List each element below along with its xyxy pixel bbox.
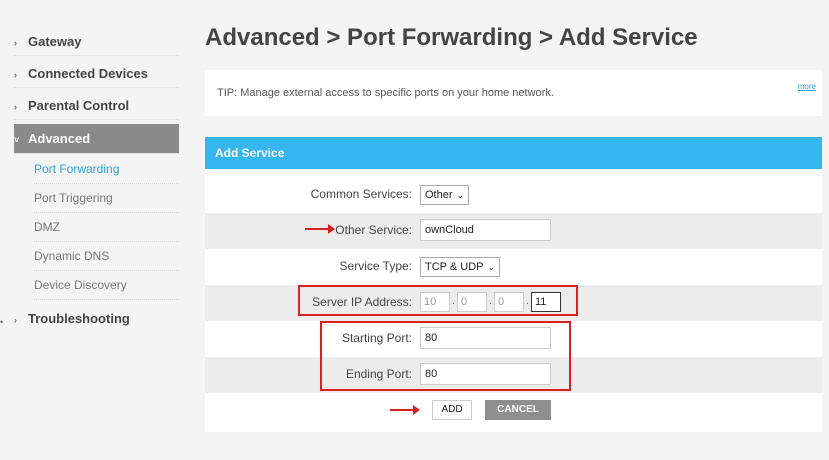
annotation-arrow-icon — [305, 224, 335, 234]
cancel-button[interactable]: CANCEL — [485, 400, 551, 420]
nav-parental-control-label: Parental Control — [28, 98, 130, 113]
more-link[interactable]: more — [798, 82, 816, 91]
common-services-label: Common Services: — [310, 187, 412, 201]
sidebar-item-dynamic-dns[interactable]: Dynamic DNS — [34, 242, 179, 271]
common-services-value: Other — [425, 189, 453, 201]
other-service-input[interactable]: ownCloud — [420, 219, 551, 241]
tip-text: TIP: Manage external access to specific … — [217, 87, 554, 99]
nav-troubleshooting[interactable]: › Troubleshooting — [14, 305, 179, 333]
annotation-box-ports — [320, 321, 571, 391]
service-type-label: Service Type: — [339, 259, 412, 273]
nav-gateway-label: Gateway — [28, 34, 82, 49]
add-button[interactable]: ADD — [432, 400, 472, 420]
chevron-right-icon: › — [14, 70, 17, 80]
sidebar-item-port-triggering[interactable]: Port Triggering — [34, 184, 179, 213]
nav-advanced[interactable]: ˅ Advanced — [14, 124, 179, 154]
sidebar-item-device-discovery[interactable]: Device Discovery — [34, 271, 179, 300]
chevron-down-icon: ˅ — [14, 135, 20, 145]
nav-connected-devices[interactable]: › Connected Devices — [14, 60, 179, 88]
chevron-down-icon: ⌄ — [456, 190, 465, 200]
service-type-value: TCP & UDP — [425, 261, 484, 273]
chevron-down-icon: ⌄ — [487, 262, 496, 272]
other-service-label: Other Service: — [335, 223, 412, 237]
annotation-box-server-ip — [298, 285, 578, 316]
panel-header: Add Service — [205, 137, 822, 169]
tip-box: TIP: Manage external access to specific … — [205, 70, 822, 116]
common-services-row: Common Services: Other ⌄ — [205, 177, 822, 213]
chevron-right-icon: › — [14, 102, 17, 112]
nav-gateway[interactable]: › Gateway — [14, 28, 179, 56]
chevron-right-icon: › — [14, 38, 17, 48]
common-services-select[interactable]: Other ⌄ — [420, 185, 470, 205]
sidebar: › Gateway › Connected Devices › Parental Co… — [0, 0, 182, 460]
service-type-select[interactable]: TCP & UDP ⌄ — [420, 257, 501, 277]
nav-connected-devices-label: Connected Devices — [28, 66, 148, 81]
nav-troubleshooting-label: Troubleshooting — [28, 311, 130, 326]
annotation-arrow-icon — [390, 405, 420, 415]
service-type-row: Service Type: TCP & UDP ⌄ — [205, 249, 822, 285]
sidebar-item-dmz[interactable]: DMZ — [34, 213, 179, 242]
nav-advanced-label: Advanced — [28, 131, 91, 146]
chevron-right-icon: › — [14, 315, 17, 325]
sidebar-item-port-forwarding[interactable]: Port Forwarding — [34, 155, 179, 184]
bullet-icon: • — [0, 317, 4, 327]
other-service-row: Other Service: ownCloud — [205, 213, 822, 249]
nav-parental-control[interactable]: › Parental Control — [14, 92, 179, 120]
page-title: Advanced > Port Forwarding > Add Service — [205, 24, 698, 51]
